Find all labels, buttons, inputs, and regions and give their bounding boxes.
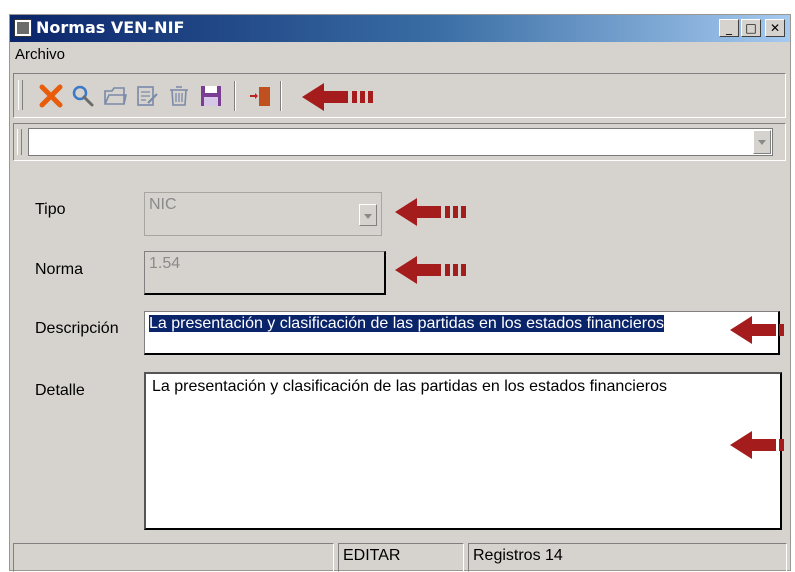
toolbar — [13, 73, 786, 118]
status-panel-main — [13, 543, 334, 572]
menu-archivo[interactable]: Archivo — [15, 46, 65, 63]
norma-label: Norma — [35, 261, 84, 278]
descripcion-selected-text: La presentación y clasificación de las p… — [149, 315, 664, 332]
tipo-label: Tipo — [35, 201, 66, 218]
open-folder-icon — [104, 87, 127, 105]
menu-bar: Archivo — [10, 42, 790, 66]
annotation-arrow-icon — [395, 198, 466, 226]
status-bar: EDITAR Registros 14 — [13, 543, 787, 572]
record-selector-combo[interactable] — [28, 128, 773, 156]
tipo-value: NIC — [149, 196, 177, 213]
delete-button[interactable] — [38, 83, 64, 109]
combo-bar-grip[interactable] — [17, 129, 22, 155]
chevron-down-icon[interactable] — [753, 130, 771, 154]
exit-door-icon — [250, 87, 270, 106]
maximize-button[interactable]: □ — [741, 19, 761, 37]
minimize-button[interactable]: _ — [719, 19, 739, 37]
toolbar-grip[interactable] — [18, 80, 23, 110]
search-icon — [72, 85, 94, 107]
annotation-arrow-icon — [302, 83, 373, 111]
norma-field[interactable]: 1.54 — [144, 251, 386, 295]
record-combo-bar — [13, 123, 786, 161]
open-button[interactable] — [102, 83, 128, 109]
descripcion-label: Descripción — [35, 320, 119, 337]
save-icon — [201, 86, 221, 106]
detalle-label: Detalle — [35, 382, 85, 399]
search-button[interactable] — [70, 83, 96, 109]
detalle-textarea[interactable]: La presentación y clasificación de las p… — [144, 372, 782, 530]
annotation-arrow-icon — [730, 316, 784, 344]
trash-button[interactable] — [166, 83, 192, 109]
save-button[interactable] — [198, 83, 224, 109]
exit-button[interactable] — [248, 83, 274, 109]
descripcion-field[interactable]: La presentación y clasificación de las p… — [144, 311, 780, 355]
edit-icon — [137, 86, 158, 106]
window-title: Normas VEN-NIF — [36, 18, 185, 37]
edit-button[interactable] — [134, 83, 160, 109]
main-window: Normas VEN-NIF _ □ ✕ Archivo Tipo NIC No… — [9, 14, 791, 572]
annotation-arrow-icon — [395, 256, 466, 284]
title-bar: Normas VEN-NIF _ □ ✕ — [10, 15, 790, 42]
tipo-chevron-down-icon[interactable] — [359, 204, 377, 226]
toolbar-separator — [234, 81, 236, 111]
status-record-count: Registros 14 — [468, 543, 787, 572]
trash-icon — [170, 86, 188, 106]
annotation-arrow-icon — [730, 431, 784, 459]
close-button[interactable]: ✕ — [765, 19, 785, 37]
app-icon[interactable] — [14, 19, 32, 37]
tipo-select[interactable]: NIC — [144, 192, 382, 236]
toolbar-separator-2 — [280, 81, 282, 111]
status-mode: EDITAR — [338, 543, 464, 572]
delete-icon — [39, 84, 63, 108]
